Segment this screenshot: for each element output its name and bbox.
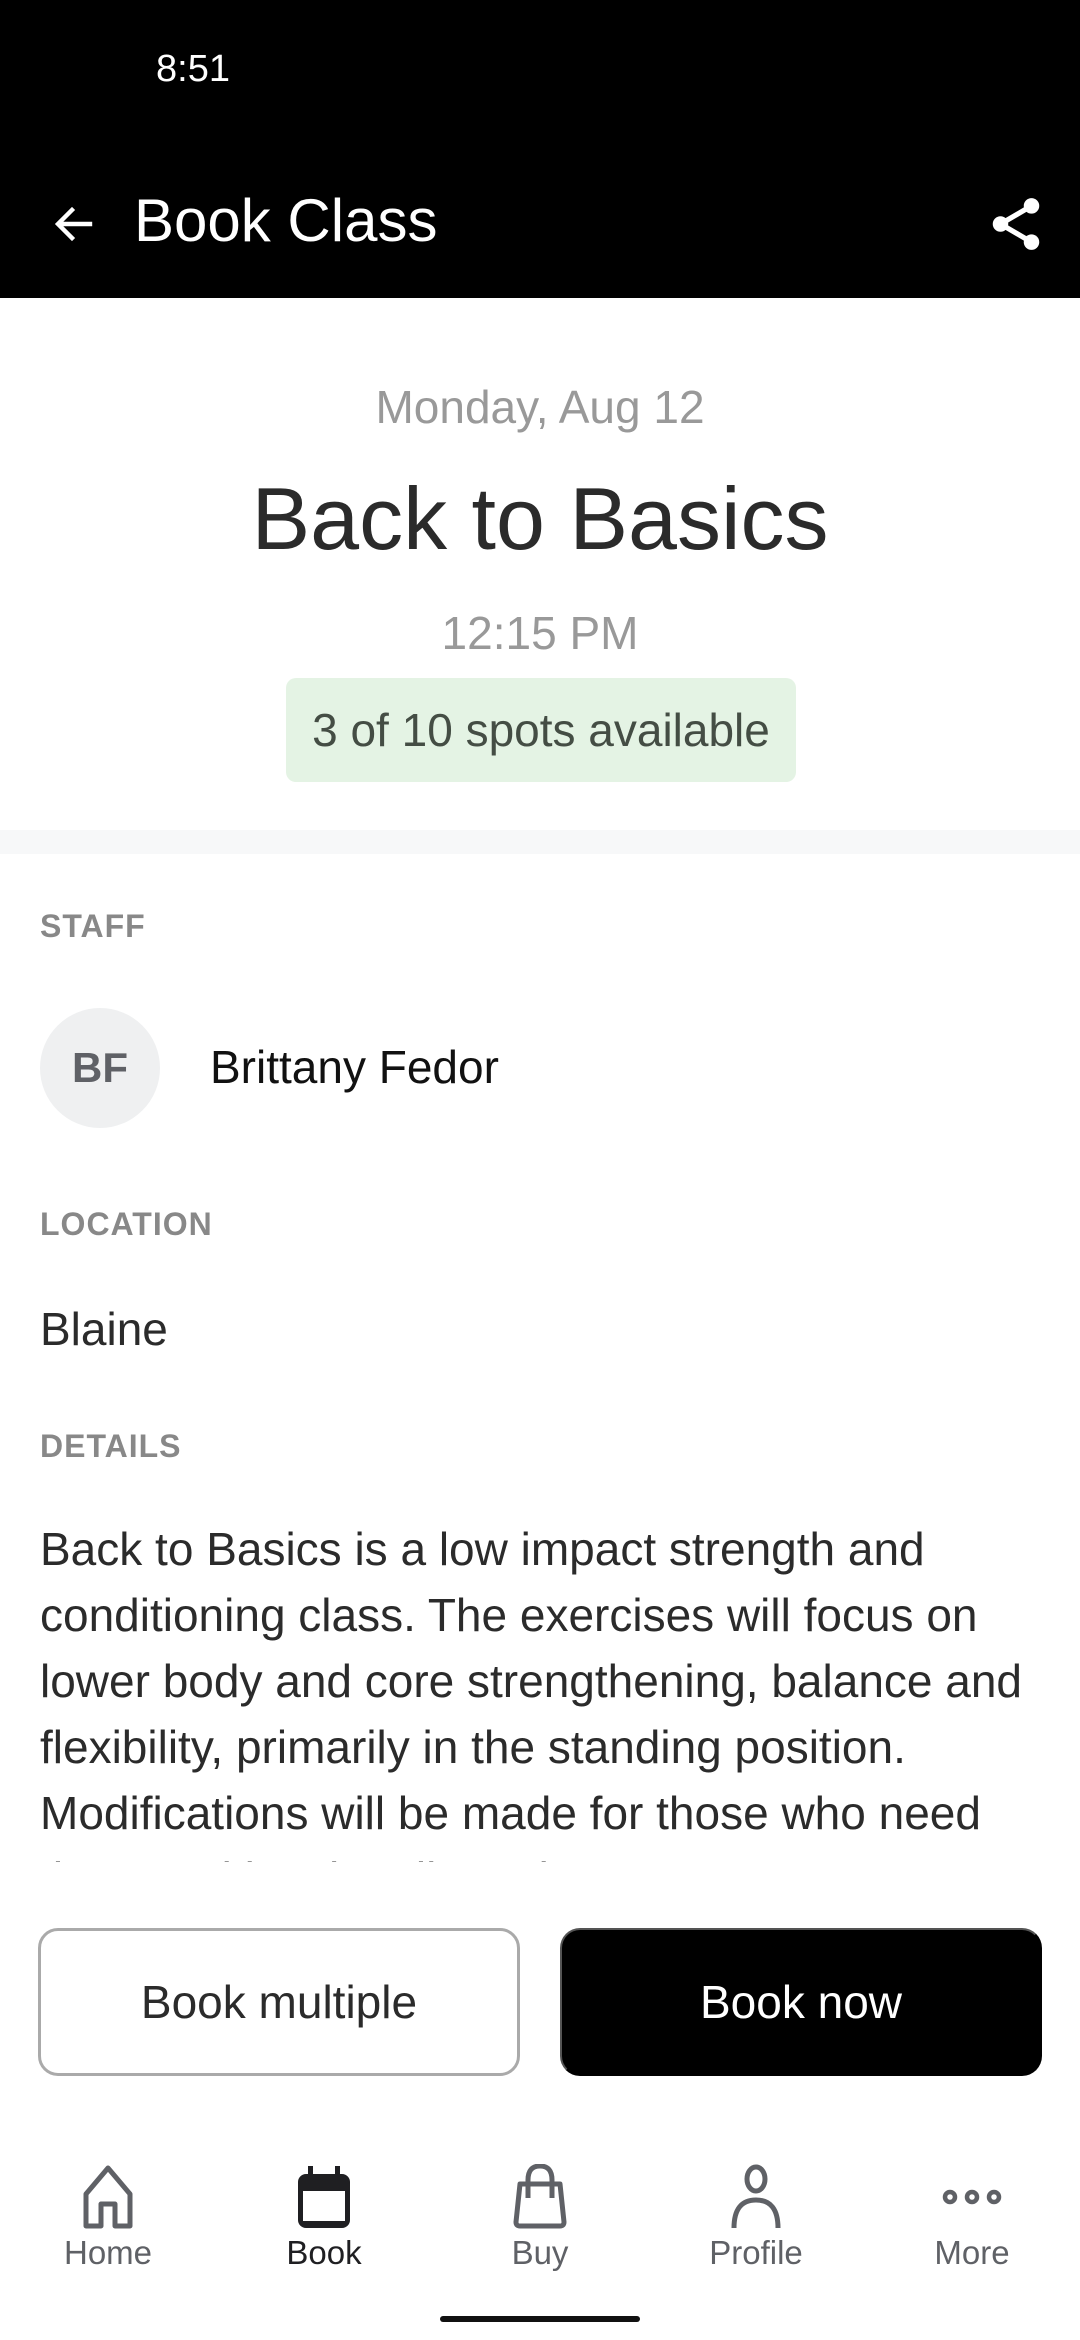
staff-name: Brittany Fedor [210,1041,499,1093]
class-date: Monday, Aug 12 [375,381,705,433]
spots-available-badge: 3 of 10 spots available [286,678,796,782]
nav-item-book[interactable]: Book [216,2140,432,2280]
app-bar: Book Class [0,150,1080,298]
nav-item-profile[interactable]: Profile [648,2140,864,2280]
nav-label-home: Home [63,2234,153,2271]
class-header: Monday, Aug 12 Back to Basics 12:15 PM 3… [0,298,1080,830]
book-now-button[interactable]: Book now [560,1928,1042,2076]
person-icon [731,2164,781,2229]
nav-item-more[interactable]: More [864,2140,1080,2280]
bottom-navigation: Home Book Buy Profile More [0,2140,1080,2290]
details-section-label: DETAILS [40,1428,182,1464]
nav-label-profile: Profile [709,2234,803,2271]
page-title: Book Class [134,187,438,254]
nav-label-more: More [934,2234,1010,2271]
status-time: 8:51 [156,48,230,90]
details-text: Back to Basics is a low impact strength … [40,1523,1023,1862]
class-time: 12:15 PM [441,607,639,659]
nav-label-buy: Buy [511,2234,569,2271]
status-bar: 8:51 [0,0,1080,150]
share-button[interactable] [976,184,1056,264]
home-icon [83,2165,133,2229]
location-section-label: LOCATION [40,1206,213,1242]
section-divider [0,830,1080,854]
arrow-left-icon [54,206,93,242]
staff-avatar: BF [40,1008,160,1128]
book-multiple-button[interactable]: Book multiple [38,1928,520,2076]
nav-item-buy[interactable]: Buy [432,2140,648,2280]
back-button[interactable] [40,190,108,258]
share-icon [992,198,1040,250]
home-indicator[interactable] [440,2316,640,2322]
nav-item-home[interactable]: Home [0,2140,216,2280]
staff-section-label: STAFF [40,908,146,944]
more-dots-icon [942,2189,1002,2205]
nav-label-book: Book [286,2234,362,2271]
location-value: Blaine [40,1303,168,1355]
class-title: Back to Basics [251,469,829,568]
staff-initials: BF [72,1044,128,1091]
calendar-icon [298,2166,350,2228]
details-scroll-area[interactable]: Back to Basics is a low impact strength … [40,1516,1050,1862]
shopping-bag-icon [513,2164,567,2229]
